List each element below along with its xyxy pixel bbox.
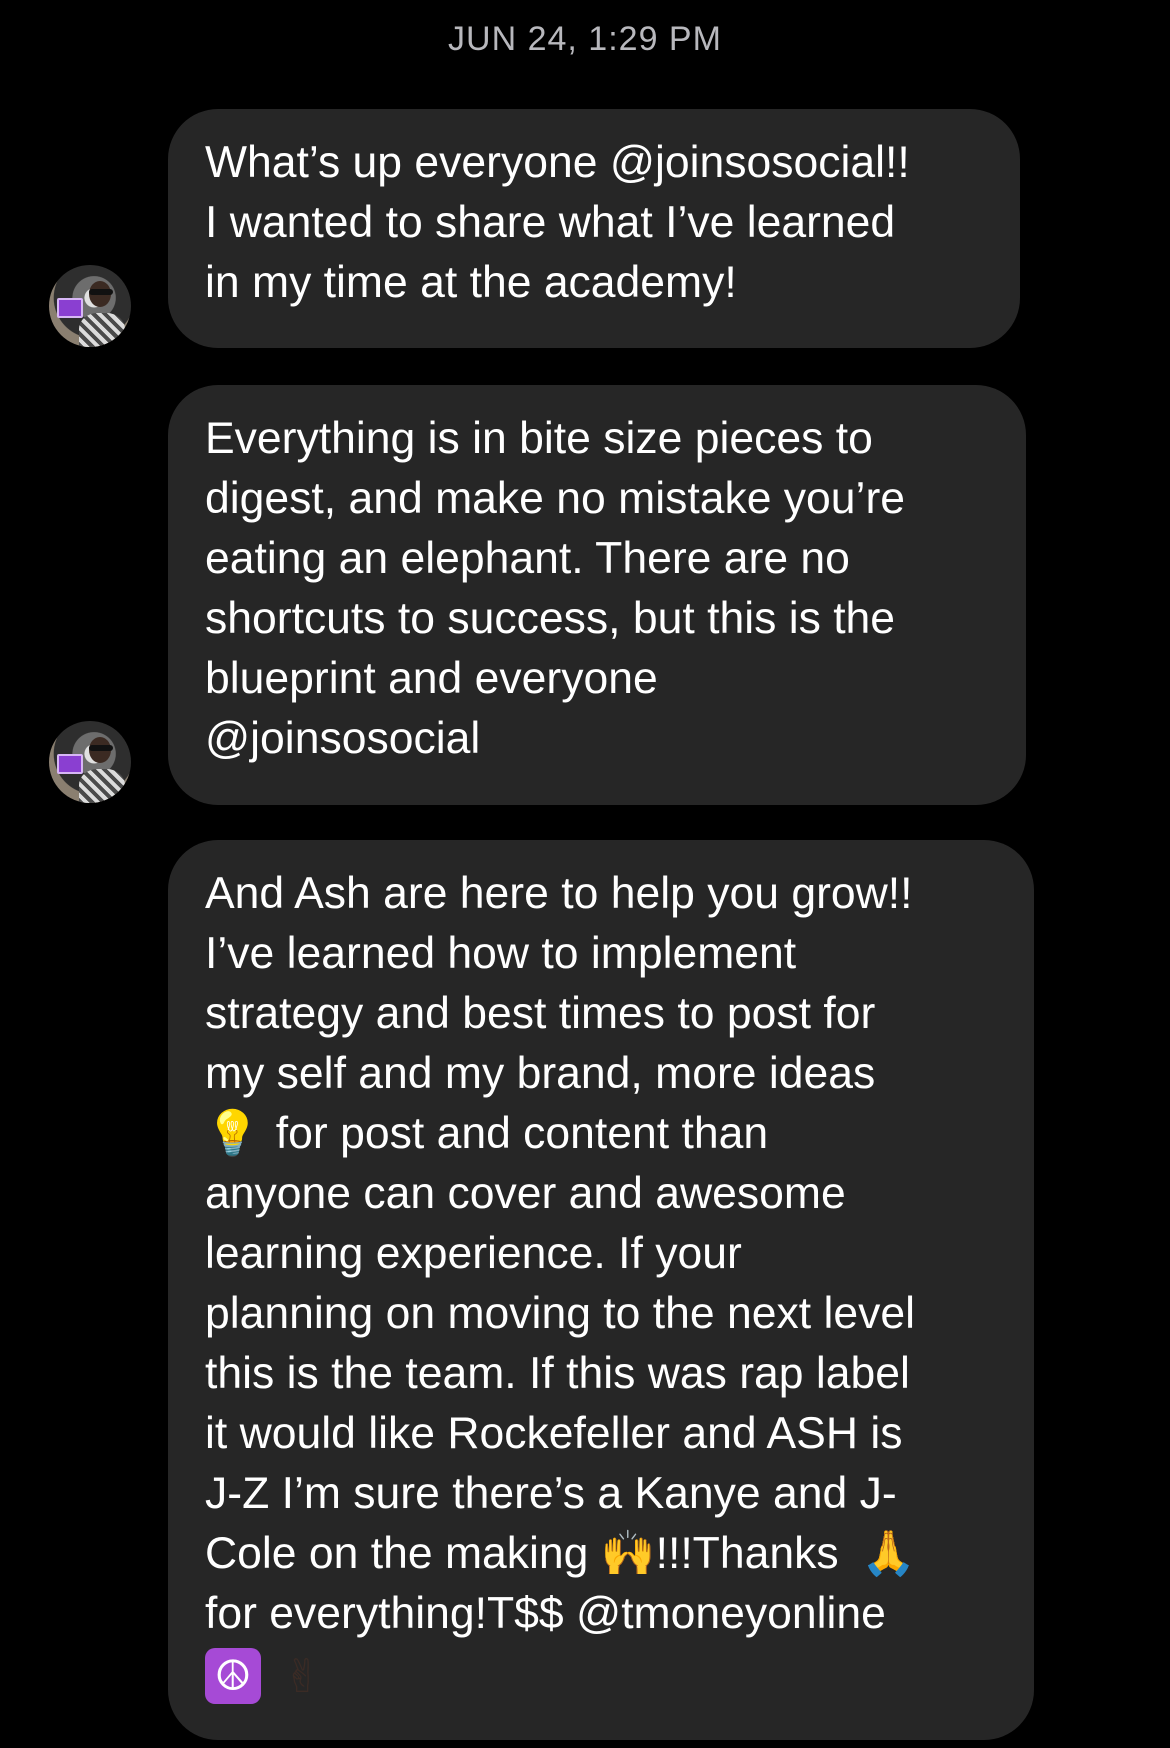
message-bubble[interactable]: What’s up everyone @joinsosocial!! I wan… — [168, 109, 1020, 348]
victory-hand-icon: ✌ — [283, 1649, 322, 1704]
light-bulb-icon: 💡 — [205, 1108, 260, 1159]
sender-avatar[interactable] — [49, 721, 131, 803]
avatar-laptop-screen — [57, 298, 83, 318]
message-timestamp: JUN 24, 1:29 PM — [448, 20, 722, 58]
avatar-glasses — [89, 745, 113, 751]
avatar-shirt — [79, 313, 125, 347]
avatar-glasses — [89, 289, 113, 295]
message-text-part: And Ash are here to help you grow!! I’ve… — [205, 869, 913, 1098]
folded-hands-icon: 🙏 — [860, 1528, 916, 1579]
avatar-laptop-screen — [57, 754, 83, 774]
avatar-shirt — [79, 769, 125, 803]
message-text-part: for everything!T$$ @tmoneyonline — [205, 1589, 886, 1638]
message-text: What’s up everyone @joinsosocial!! I wan… — [205, 138, 910, 307]
sender-avatar[interactable] — [49, 265, 131, 347]
peace-symbol-icon: ☮ — [205, 1648, 261, 1705]
message-text: Everything is in bite size pieces to dig… — [205, 414, 906, 763]
raising-hands-icon: 🙌 — [600, 1528, 656, 1579]
message-text-part: !!!Thanks — [655, 1529, 851, 1578]
message-bubble[interactable]: Everything is in bite size pieces to dig… — [168, 385, 1026, 805]
message-bubble[interactable]: And Ash are here to help you grow!! I’ve… — [168, 840, 1034, 1740]
message-text-part: for post and content than anyone can cov… — [205, 1109, 916, 1578]
